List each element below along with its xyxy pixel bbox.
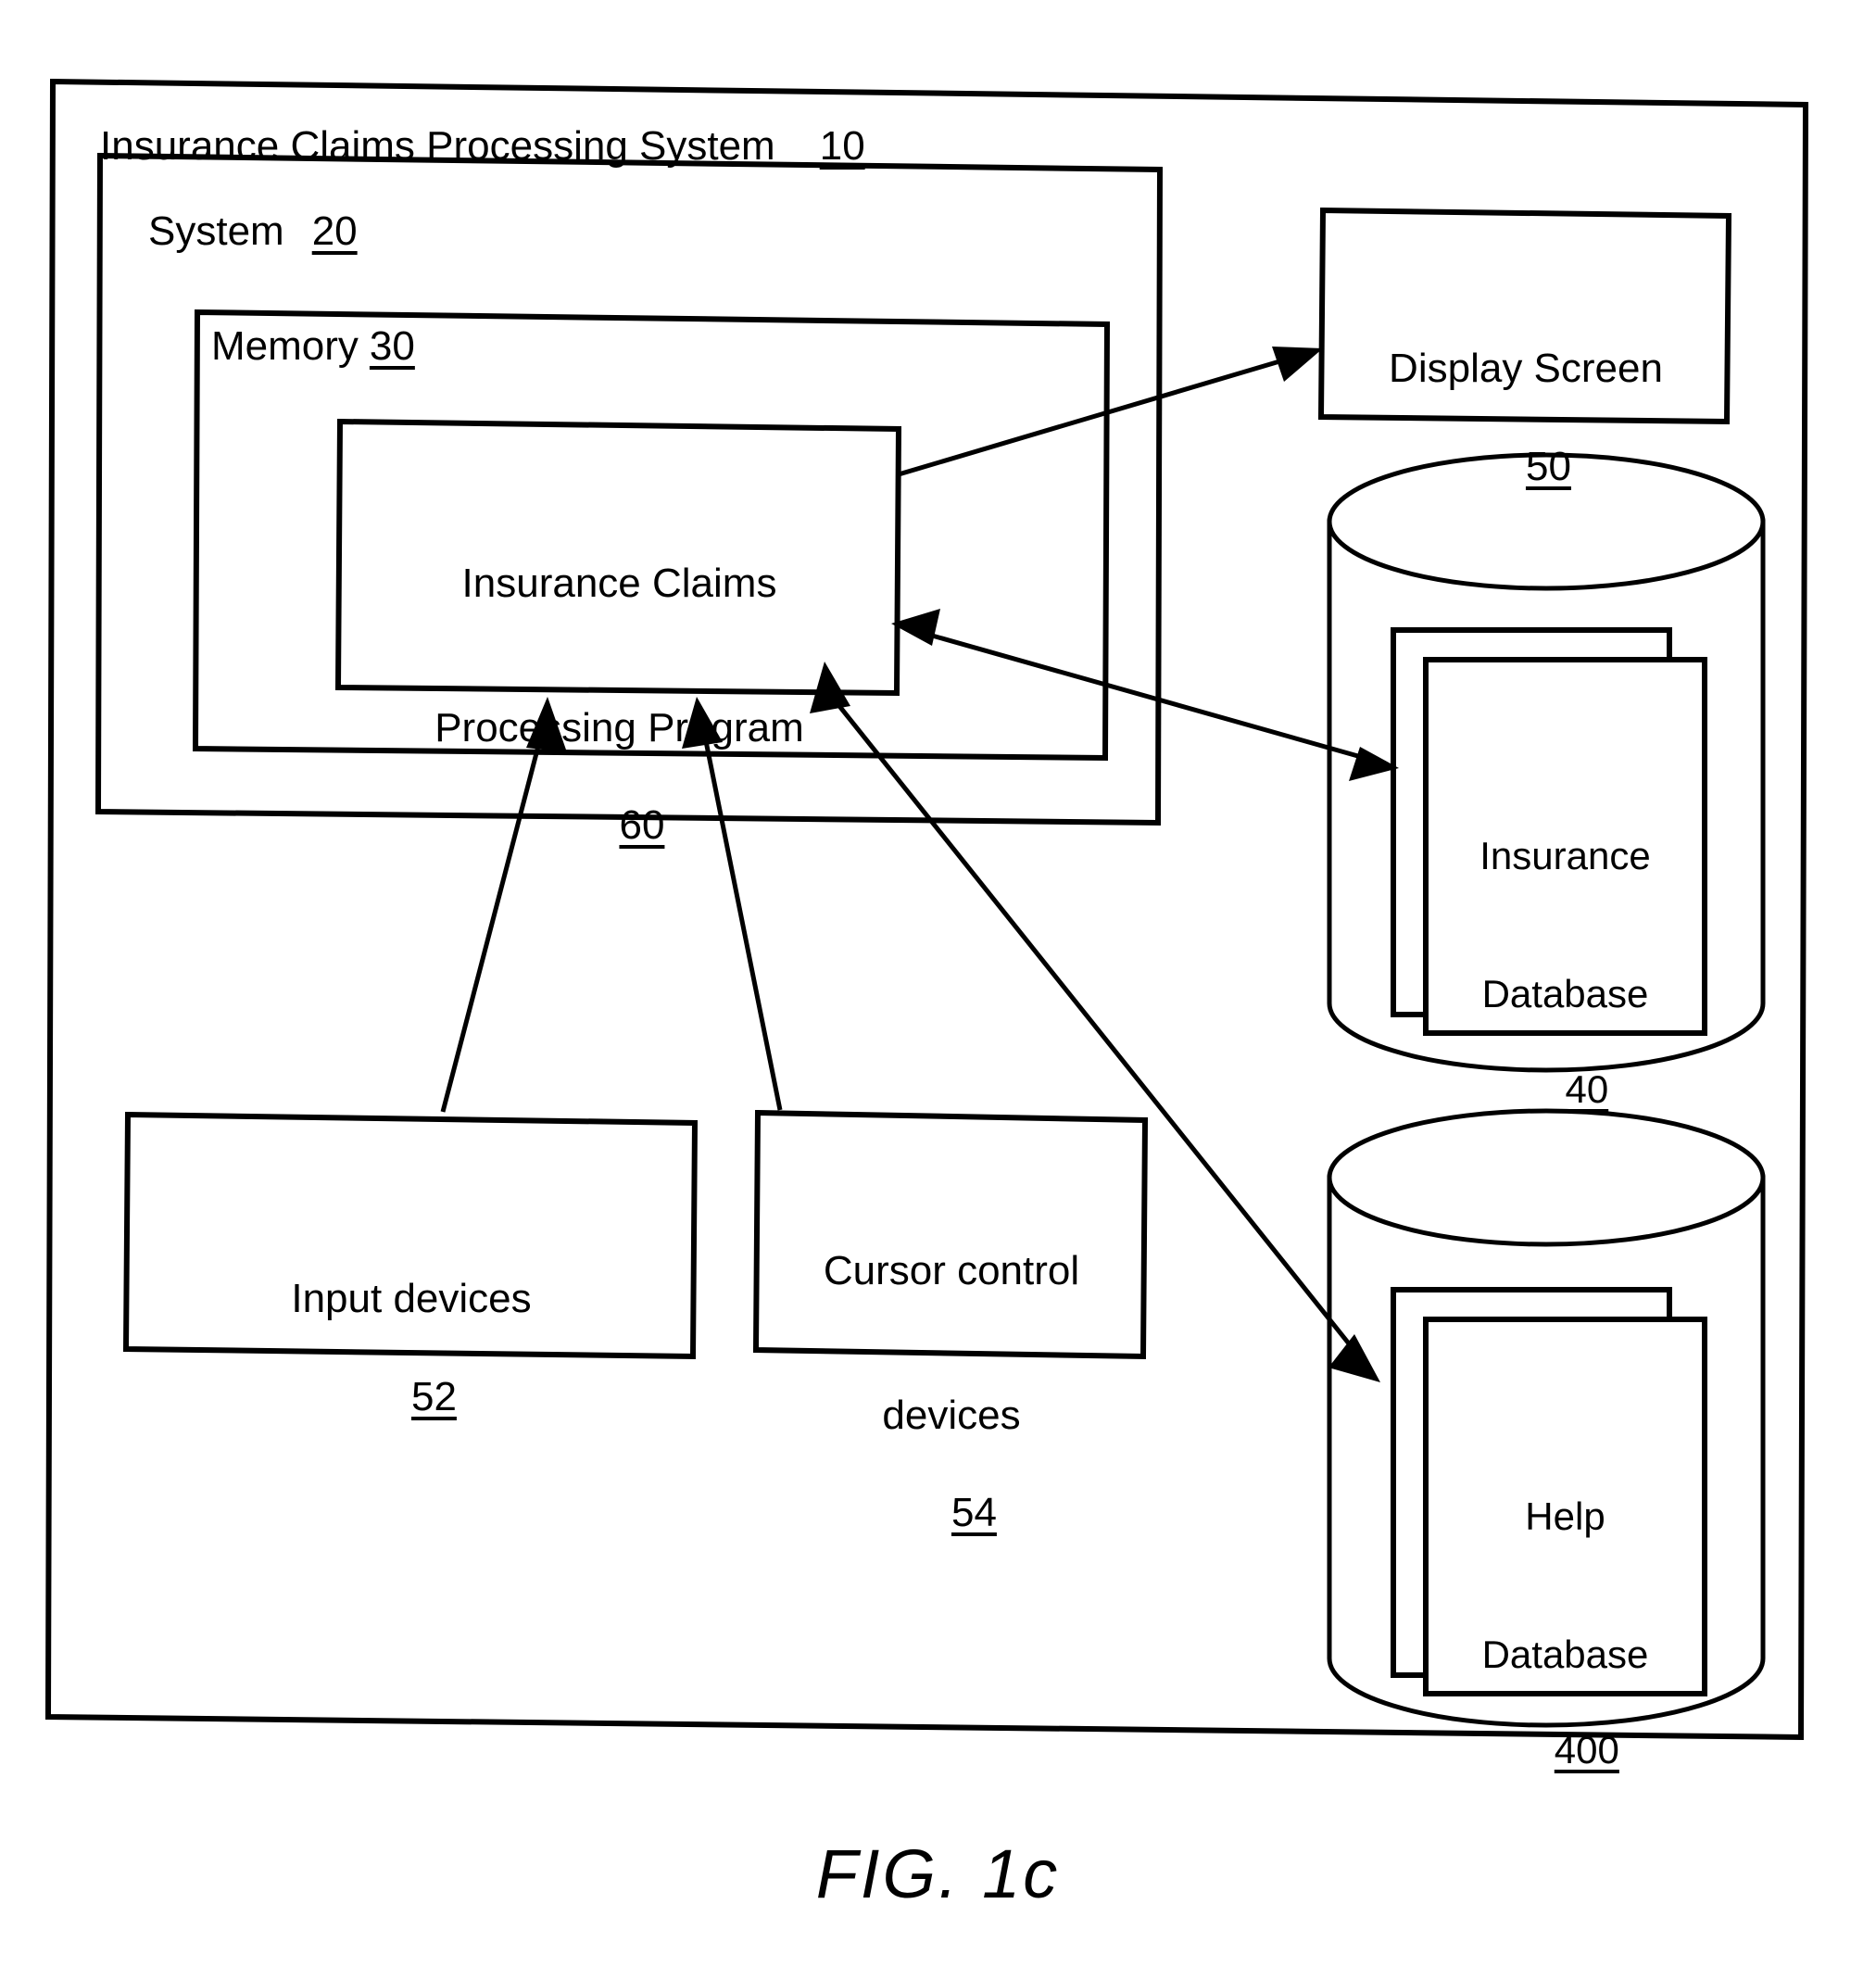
memory-ref: 30 [369,323,415,369]
input-devices-label-text: Input devices [291,1275,532,1321]
program-label-line1: Insurance Claims [461,560,777,606]
program-ref: 60 [619,802,665,849]
patent-figure-canvas: Insurance Claims Processing System 10 Sys… [0,0,1876,1967]
system-label: System 20 [148,208,358,256]
system-label-text: System [148,208,284,254]
memory-label-text: Memory [211,323,359,369]
help-database-line2: Database [1481,1632,1649,1676]
insurance-database-ref: 40 [1565,1066,1609,1111]
outer-system-label: Insurance Claims Processing System 10 [100,122,865,170]
figure-caption: FIG. 1c [815,1835,1061,1912]
help-database-ref: 400 [1554,1727,1619,1772]
display-screen-label-text: Display Screen [1389,345,1663,391]
cursor-control-line2: devices [882,1392,1021,1438]
system-ref: 20 [311,208,358,254]
input-devices-label: Input devices 52 [128,1179,695,1469]
outer-system-label-text: Insurance Claims Processing System [100,123,775,169]
help-database-line1: Help [1525,1494,1605,1539]
cursor-control-ref: 54 [951,1490,997,1536]
display-screen-ref: 50 [1525,443,1571,489]
program-label: Insurance Claims Processing Program 60 [340,463,899,898]
outer-system-ref: 10 [819,123,865,169]
cursor-control-line1: Cursor control [823,1247,1080,1293]
program-label-line2: Processing Program [434,704,804,750]
input-devices-ref: 52 [410,1373,457,1419]
memory-label: Memory 30 [211,322,415,371]
cursor-control-devices-label: Cursor control devices 54 [758,1151,1145,1585]
insurance-database-line2: Database [1481,971,1649,1015]
arrow-program-to-display-screen [898,347,1323,477]
display-screen-label: Display Screen 50 [1323,248,1729,538]
help-database-label: Help Database 400 [1426,1402,1705,1819]
insurance-database-label: Insurance Database 40 [1426,741,1705,1158]
insurance-database-line1: Insurance [1479,834,1651,878]
